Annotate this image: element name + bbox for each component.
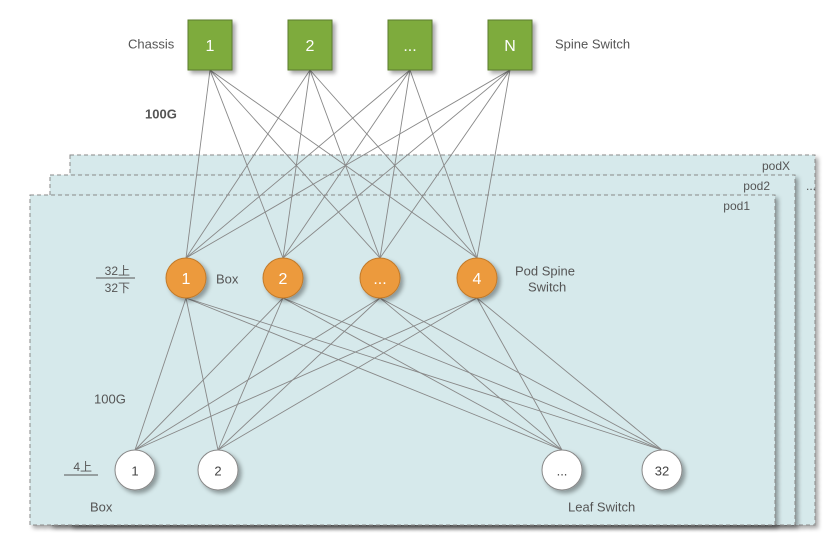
spine-switch-ellipsis: ... (388, 20, 432, 70)
svg-text:...: ... (403, 38, 416, 55)
leaf-32: 32 (642, 450, 682, 490)
leaf-2: 2 (198, 450, 238, 490)
link-speed-upper: 100G (145, 106, 177, 121)
leaf-ellipsis: ... (542, 450, 582, 490)
pod-spine-2: 2 (263, 258, 303, 298)
pod-label-pod1: pod1 (723, 199, 750, 213)
svg-text:1: 1 (131, 463, 138, 478)
pod-spine-1: 1 (166, 258, 206, 298)
svg-text:N: N (504, 38, 516, 55)
pod-spine-ellipsis: ... (360, 258, 400, 298)
spine-switch-1: 1 (188, 20, 232, 70)
box-label-leaf: Box (90, 499, 113, 514)
pod-label-ellipsis: ... (806, 179, 816, 193)
leaf-switch-label: Leaf Switch (568, 499, 635, 514)
spine-switch-label: Spine Switch (555, 36, 630, 51)
svg-text:4: 4 (473, 271, 482, 288)
svg-text:2: 2 (214, 463, 221, 478)
network-topology-diagram: podX ... pod2 pod1 (0, 0, 830, 538)
pod-spine-switch-label-line1: Pod Spine (515, 263, 575, 278)
svg-text:32: 32 (655, 463, 669, 478)
ports-up-32: 32上 (105, 264, 130, 278)
box-label-podspine: Box (216, 271, 239, 286)
svg-text:...: ... (373, 271, 386, 288)
spine-switch-2: 2 (288, 20, 332, 70)
ports-up-4: 4上 (73, 460, 92, 474)
spine-switch-N: N (488, 20, 532, 70)
svg-text:1: 1 (206, 38, 215, 55)
svg-text:1: 1 (182, 271, 191, 288)
leaf-1: 1 (115, 450, 155, 490)
svg-text:...: ... (557, 463, 568, 478)
svg-text:2: 2 (306, 38, 315, 55)
pod-label-podX: podX (762, 159, 790, 173)
link-speed-lower: 100G (94, 391, 126, 406)
ports-down-32: 32下 (105, 281, 130, 295)
pod-spine-4: 4 (457, 258, 497, 298)
pod-spine-switch-label-line2: Switch (528, 279, 566, 294)
chassis-label: Chassis (128, 36, 175, 51)
pod-label-pod2: pod2 (743, 179, 770, 193)
svg-text:2: 2 (279, 271, 288, 288)
